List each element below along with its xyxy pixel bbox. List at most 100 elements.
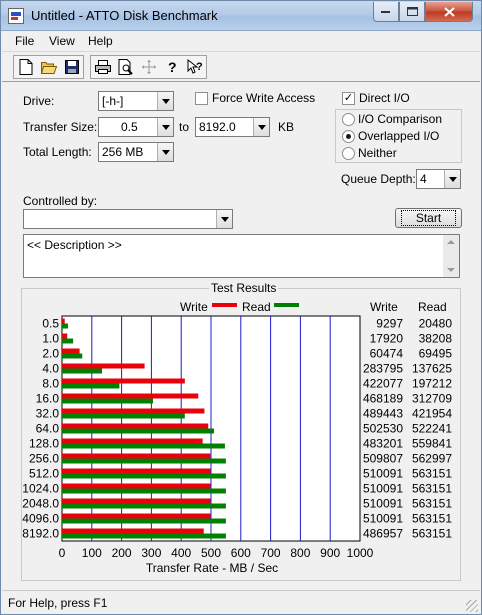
read-bar: [62, 443, 225, 449]
new-document-icon[interactable]: [14, 56, 37, 78]
chevron-down-icon: [157, 143, 173, 161]
controlled-by-select[interactable]: [23, 209, 233, 229]
legend-write-label: Write: [180, 300, 208, 314]
direct-io-label: Direct I/O: [359, 91, 410, 105]
drive-value: [-h-]: [102, 94, 124, 108]
transfer-size-from-select[interactable]: 0.5: [98, 117, 174, 137]
write-bar: [62, 423, 209, 429]
y-tick-label: 8.0: [42, 377, 59, 391]
col-write-header: Write: [370, 300, 398, 314]
print-icon[interactable]: [91, 56, 114, 78]
x-tick-label-1000: 1000: [347, 546, 374, 560]
write-value: 510091: [363, 497, 403, 511]
close-button[interactable]: [425, 2, 473, 22]
controlled-by-label: Controlled by:: [23, 194, 98, 208]
y-tick-label: 512.0: [29, 467, 59, 481]
force-write-checkbox[interactable]: [195, 92, 208, 105]
col-read-header: Read: [418, 300, 447, 314]
total-length-label: Total Length:: [23, 145, 92, 159]
kb-label: KB: [278, 120, 295, 134]
io-comparison-radio[interactable]: [342, 113, 355, 126]
write-bar: [62, 453, 211, 459]
write-bar: [62, 333, 68, 339]
scroll-up-icon[interactable]: [447, 240, 455, 244]
write-value: 489443: [363, 407, 403, 421]
write-bar: [62, 408, 205, 414]
x-tick-label-300: 300: [141, 546, 161, 560]
menu-view[interactable]: View: [49, 34, 75, 48]
write-value: 422077: [363, 377, 403, 391]
y-tick-label: 1024.0: [22, 482, 59, 496]
read-value: 197212: [412, 377, 452, 391]
start-button[interactable]: Start: [395, 208, 462, 228]
read-bar: [62, 383, 120, 389]
maximize-button[interactable]: [399, 2, 425, 22]
write-value: 509807: [363, 452, 403, 466]
read-bar: [62, 353, 83, 359]
minimize-button[interactable]: [373, 2, 399, 22]
menu-help[interactable]: Help: [88, 34, 113, 48]
drive-select[interactable]: [-h-]: [98, 91, 174, 111]
chevron-down-icon: [444, 170, 460, 188]
move-icon[interactable]: [137, 56, 160, 78]
read-value: 69495: [419, 347, 453, 361]
y-tick-label: 32.0: [36, 407, 60, 421]
read-value: 563151: [412, 512, 452, 526]
read-value: 312709: [412, 392, 452, 406]
transfer-size-label: Transfer Size:: [23, 120, 98, 134]
menu-file[interactable]: File: [15, 34, 34, 48]
write-bar: [62, 393, 199, 399]
transfer-to-value: 8192.0: [199, 120, 236, 134]
maximize-icon: [406, 6, 418, 16]
context-help-icon[interactable]: ?: [183, 56, 206, 78]
overlapped-io-radio[interactable]: [342, 130, 355, 143]
overlapped-io-label: Overlapped I/O: [358, 129, 440, 143]
start-button-label: Start: [400, 210, 457, 226]
read-bar: [62, 518, 226, 524]
write-value: 483201: [363, 437, 403, 451]
write-bar: [62, 378, 185, 384]
write-value: 502530: [363, 422, 403, 436]
write-bar: [62, 468, 211, 474]
write-value: 468189: [363, 392, 403, 406]
y-tick-label: 128.0: [29, 437, 59, 451]
help-icon[interactable]: ?: [160, 56, 183, 78]
to-label: to: [179, 120, 190, 134]
read-bar: [62, 503, 226, 509]
queue-depth-select[interactable]: 4: [416, 169, 461, 189]
save-icon[interactable]: [60, 56, 83, 78]
svg-text:?: ?: [168, 59, 177, 75]
read-value: 563151: [412, 482, 452, 496]
description-scrollbar[interactable]: [443, 235, 459, 277]
write-bar: [62, 363, 145, 369]
read-bar: [62, 398, 154, 404]
transfer-size-to-select[interactable]: 8192.0: [195, 117, 270, 137]
read-bar: [62, 368, 103, 374]
scroll-down-icon[interactable]: [447, 268, 455, 272]
write-bar: [62, 348, 80, 354]
read-bar: [62, 338, 74, 344]
read-value: 137625: [412, 362, 452, 376]
total-length-select[interactable]: 256 MB: [98, 142, 174, 162]
y-tick-label: 2048.0: [22, 497, 59, 511]
read-bar: [62, 428, 214, 434]
chevron-down-icon: [157, 92, 173, 110]
y-tick-label: 256.0: [29, 452, 59, 466]
resize-grip-icon[interactable]: [466, 600, 478, 612]
menu-bar: File View Help: [2, 32, 480, 52]
x-tick-label-800: 800: [290, 546, 310, 560]
toolbar: ? ?: [2, 52, 480, 82]
title-bar[interactable]: Untitled - ATTO Disk Benchmark: [1, 1, 481, 31]
x-axis-label: Transfer Rate - MB / Sec: [146, 561, 278, 575]
write-bar: [62, 498, 211, 504]
direct-io-checkbox[interactable]: ✓: [342, 92, 355, 105]
io-comparison-label: I/O Comparison: [358, 112, 443, 126]
open-folder-icon[interactable]: [37, 56, 60, 78]
read-bar: [62, 458, 226, 464]
description-box[interactable]: << Description >>: [23, 234, 460, 278]
x-tick-label-700: 700: [261, 546, 281, 560]
print-preview-icon[interactable]: [114, 56, 137, 78]
neither-radio[interactable]: [342, 147, 355, 160]
legend-read-swatch: [274, 303, 299, 307]
status-bar: For Help, press F1: [2, 590, 480, 614]
